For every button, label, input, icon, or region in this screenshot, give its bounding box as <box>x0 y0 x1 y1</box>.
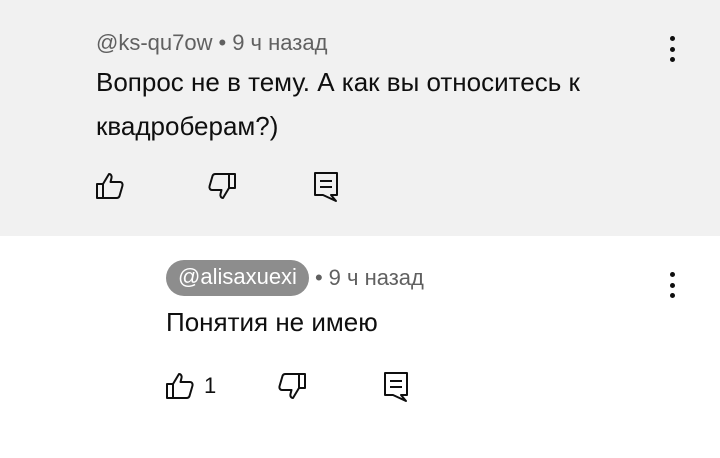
comment-text: Понятия не имею <box>166 307 378 337</box>
more-vert-icon[interactable] <box>662 36 682 62</box>
comment-meta: @alisaxuexi • 9 ч назад <box>166 260 424 296</box>
parent-comment: @ks-qu7ow • 9 ч назад Вопрос не в тему. … <box>0 0 720 236</box>
more-vert-icon[interactable] <box>662 272 682 298</box>
like-button[interactable]: 1 <box>164 370 216 402</box>
reply-comment-icon <box>384 372 408 402</box>
reply-comment-icon <box>314 172 338 202</box>
meta-separator: • <box>218 30 227 55</box>
comment-text: Вопрос не в тему. А как вы относитесь к … <box>96 67 580 141</box>
thumb-down-icon <box>208 173 236 199</box>
comment-time[interactable]: 9 ч назад <box>232 30 327 56</box>
dislike-button[interactable] <box>276 370 308 402</box>
thumb-down-icon <box>278 373 306 399</box>
reply-comment: @alisaxuexi • 9 ч назад Понятия не имею … <box>0 236 720 458</box>
comment-time[interactable]: 9 ч назад <box>329 265 424 291</box>
comment-meta: @ks-qu7ow • 9 ч назад <box>96 28 327 58</box>
like-button[interactable] <box>94 170 126 202</box>
reply-button[interactable] <box>310 170 342 204</box>
meta-separator: • <box>314 265 323 290</box>
reply-button[interactable] <box>380 370 412 404</box>
thumb-up-icon <box>96 173 124 199</box>
dislike-button[interactable] <box>206 170 238 202</box>
comment-author[interactable]: @ks-qu7ow <box>96 30 213 56</box>
thumb-up-icon <box>166 373 194 399</box>
like-count: 1 <box>204 373 217 398</box>
comment-author-chip[interactable]: @alisaxuexi <box>166 260 309 296</box>
